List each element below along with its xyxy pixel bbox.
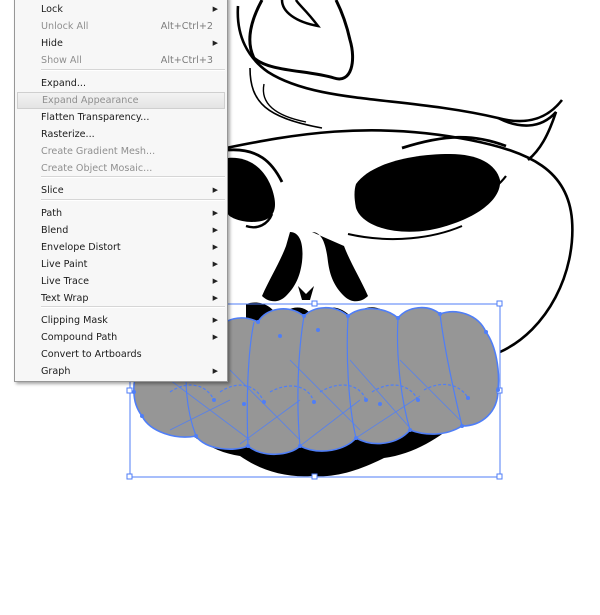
menu-item-label: Expand Appearance [42,95,139,106]
nose [262,232,368,302]
menu-item-rasterize[interactable]: Rasterize... [15,126,227,143]
menu-item-label: Text Wrap [41,293,89,304]
menu-item-path[interactable]: Path ▶ [15,205,227,222]
menu-item-label: Lock [41,4,63,15]
menu-item-label: Slice [41,185,64,196]
hair-curve [236,5,564,123]
menu-item-label: Hide [41,38,63,49]
triangle-right-icon: ▶ [212,333,218,341]
menu-item-shortcut: Alt+Ctrl+3 [160,55,213,66]
brow-line-right [401,135,507,150]
triangle-right-icon: ▶ [212,226,218,234]
menu-item-clipping-mask[interactable]: Clipping Mask ▶ [15,312,227,329]
menu-separator [41,199,225,201]
menu-item-label: Convert to Artboards [41,349,142,360]
menu-item-flatten-transparency[interactable]: Flatten Transparency... [15,109,227,126]
menu-separator [41,69,225,71]
triangle-right-icon: ▶ [212,186,218,194]
menu-item-label: Create Object Mosaic... [41,163,153,174]
menu-item-convert-to-artboards[interactable]: Convert to Artboards [15,346,227,363]
menu-item-graph[interactable]: Graph ▶ [15,363,227,380]
menu-item-live-trace[interactable]: Live Trace ▶ [15,273,227,290]
triangle-right-icon: ▶ [212,5,218,13]
triangle-right-icon: ▶ [212,39,218,47]
hair-curve-inner-2 [262,83,307,123]
menu-item-label: Path [41,208,63,219]
triangle-right-icon: ▶ [212,277,218,285]
menu-item-label: Blend [41,225,69,236]
menu-item-compound-path[interactable]: Compound Path ▶ [15,329,227,346]
menu-item-label: Live Paint [41,259,88,270]
hair-curve-inner [249,67,323,129]
eye-left [228,157,276,222]
menu-item-text-wrap[interactable]: Text Wrap ▶ [15,290,227,307]
menu-item-create-object-mosaic[interactable]: Create Object Mosaic... [15,160,227,177]
menu-item-live-paint[interactable]: Live Paint ▶ [15,256,227,273]
menu-item-label: Compound Path [41,332,118,343]
triangle-right-icon: ▶ [212,260,218,268]
nose-mid [298,286,314,300]
menu-item-expand[interactable]: Expand... [15,75,227,92]
triangle-right-icon: ▶ [212,294,218,302]
menu-item-label: Rasterize... [41,129,95,140]
menu-item-label: Clipping Mask [41,315,108,326]
triangle-right-icon: ▶ [212,243,218,251]
menu-item-label: Expand... [41,78,87,89]
menu-item-label: Create Gradient Mesh... [41,146,156,157]
menu-item-shortcut: Alt+Ctrl+2 [160,21,213,32]
menu-item-label: Envelope Distort [41,242,121,253]
triangle-right-icon: ▶ [212,209,218,217]
triangle-right-icon: ▶ [212,316,218,324]
menu-item-create-gradient-mesh[interactable]: Create Gradient Mesh... [15,143,227,160]
menu-item-blend[interactable]: Blend ▶ [15,222,227,239]
menu-item-envelope-distort[interactable]: Envelope Distort ▶ [15,239,227,256]
menu-item-hide[interactable]: Hide ▶ [15,35,227,52]
menu-item-slice[interactable]: Slice ▶ [15,182,227,199]
horn-curve [280,0,321,28]
eye-right [354,154,501,232]
menu-item-expand-appearance[interactable]: Expand Appearance [17,92,225,109]
menu-item-label: Live Trace [41,276,90,287]
menu-item-label: Flatten Transparency... [41,112,150,123]
menu-item-label: Show All [41,55,82,66]
menu-item-label: Graph [41,366,71,377]
menu-item-show-all[interactable]: Show All Alt+Ctrl+3 [15,52,227,69]
skull-horn [248,0,355,81]
triangle-right-icon: ▶ [212,367,218,375]
context-menu: Lock ▶ Unlock All Alt+Ctrl+2 Hide ▶ Show All Al… [14,0,228,382]
menu-item-label: Unlock All [41,21,89,32]
menu-item-unlock-all[interactable]: Unlock All Alt+Ctrl+2 [15,18,227,35]
menu-item-lock[interactable]: Lock ▶ [15,1,227,18]
